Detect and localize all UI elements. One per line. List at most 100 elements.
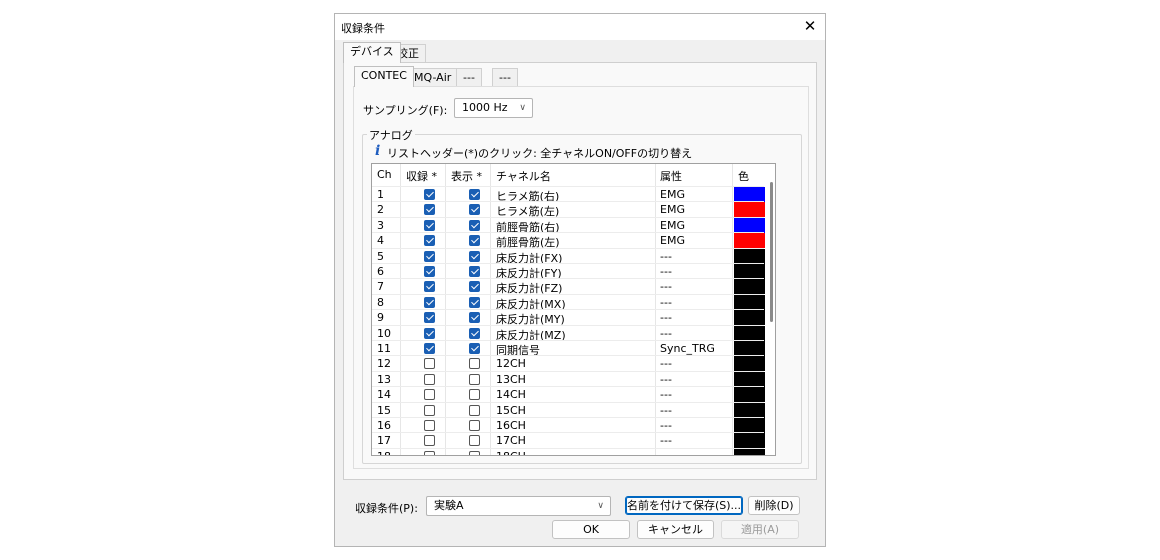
channel-color-swatch[interactable]: [734, 233, 765, 249]
display-checkbox[interactable]: [469, 250, 480, 262]
table-row[interactable]: 17 17CH ---: [372, 432, 765, 449]
display-checkbox[interactable]: [469, 389, 480, 401]
record-checkbox[interactable]: [424, 420, 435, 431]
save-as-button[interactable]: 名前を付けて保存(S)...: [625, 496, 743, 515]
channel-color-swatch[interactable]: [734, 187, 765, 202]
record-checkbox[interactable]: [424, 327, 435, 339]
tab-contec[interactable]: CONTEC: [354, 66, 414, 87]
tab-mq-air[interactable]: MQ-Air: [407, 68, 459, 87]
display-checkbox[interactable]: [469, 204, 480, 216]
close-icon[interactable]: ✕: [799, 16, 821, 36]
channel-color-swatch[interactable]: [734, 341, 765, 356]
table-row[interactable]: 9 床反力計(MY) ---: [372, 309, 765, 326]
display-checkbox[interactable]: [469, 327, 480, 339]
table-row[interactable]: 11 同期信号 Sync_TRG: [372, 340, 765, 357]
display-checkbox[interactable]: [469, 296, 480, 308]
table-row[interactable]: 10 床反力計(MZ) ---: [372, 324, 765, 342]
display-checkbox[interactable]: [469, 219, 480, 231]
table-row[interactable]: 5 床反力計(FX) ---: [372, 247, 765, 265]
col-header-display[interactable]: 表示 *: [451, 168, 482, 184]
col-header-channel-name[interactable]: チャネル名: [496, 168, 551, 184]
channel-number: 8: [377, 295, 384, 309]
record-checkbox[interactable]: [424, 358, 435, 370]
channel-color-swatch[interactable]: [734, 279, 765, 295]
table-row[interactable]: 18 18CH: [372, 447, 765, 455]
col-header-attribute[interactable]: 属性: [660, 168, 682, 184]
delete-button[interactable]: 削除(D): [748, 496, 800, 515]
record-checkbox[interactable]: [424, 296, 435, 308]
record-checkbox[interactable]: [424, 250, 435, 262]
table-row[interactable]: 14 14CH ---: [372, 386, 765, 403]
table-row[interactable]: 15 15CH ---: [372, 401, 765, 418]
channel-color-swatch[interactable]: [734, 387, 765, 403]
display-checkbox[interactable]: [469, 358, 480, 370]
channel-color-swatch[interactable]: [734, 433, 765, 449]
channel-attribute: ---: [660, 434, 672, 448]
display-checkbox[interactable]: [469, 404, 480, 416]
ok-button[interactable]: OK: [552, 520, 630, 539]
tab-device-4[interactable]: ---: [492, 68, 518, 87]
table-row[interactable]: 7 床反力計(FZ) ---: [372, 278, 765, 295]
channel-color-swatch[interactable]: [734, 264, 765, 279]
vertical-scrollbar[interactable]: [770, 182, 773, 322]
record-checkbox[interactable]: [424, 219, 435, 231]
display-checkbox[interactable]: [469, 189, 480, 200]
table-row[interactable]: 4 前脛骨筋(左) EMG: [372, 232, 765, 249]
record-checkbox[interactable]: [424, 312, 435, 324]
record-checkbox[interactable]: [424, 266, 435, 277]
channel-color-swatch[interactable]: [734, 217, 765, 233]
channel-color-swatch[interactable]: [734, 310, 765, 326]
channel-color-swatch[interactable]: [734, 448, 765, 455]
table-row[interactable]: 12 12CH ---: [372, 355, 765, 372]
tab-device-3[interactable]: ---: [456, 68, 482, 87]
record-checkbox[interactable]: [424, 435, 435, 447]
channel-name: 14CH: [496, 388, 526, 402]
display-checkbox[interactable]: [469, 266, 480, 277]
display-checkbox[interactable]: [469, 373, 480, 385]
channel-attribute: ---: [660, 249, 672, 263]
record-checkbox[interactable]: [424, 389, 435, 401]
channel-color-swatch[interactable]: [734, 371, 765, 387]
apply-button[interactable]: 適用(A): [721, 520, 799, 539]
record-checkbox[interactable]: [424, 404, 435, 416]
col-header-ch[interactable]: Ch: [377, 168, 392, 181]
record-checkbox[interactable]: [424, 235, 435, 247]
col-header-record[interactable]: 収録 *: [406, 168, 437, 184]
record-checkbox[interactable]: [424, 450, 435, 455]
cancel-button[interactable]: キャンセル: [637, 520, 714, 539]
contec-panel: サンプリング(F): 1000 Hz ∨ アナログ i リストヘッダー(*)のク…: [353, 86, 809, 469]
record-checkbox[interactable]: [424, 189, 435, 200]
record-checkbox[interactable]: [424, 373, 435, 385]
channel-attribute: Sync_TRG: [660, 342, 715, 355]
channel-color-swatch[interactable]: [734, 402, 765, 418]
table-row[interactable]: 16 16CH ---: [372, 417, 765, 433]
channel-list[interactable]: Ch 収録 * 表示 * チャネル名 属性 色 1 ヒラメ筋(右) EMG 2 ヒラメ筋…: [371, 163, 776, 456]
display-checkbox[interactable]: [469, 420, 480, 431]
table-row[interactable]: 3 前脛骨筋(右) EMG: [372, 216, 765, 234]
tab-device[interactable]: デバイス: [343, 42, 401, 63]
table-row[interactable]: 6 床反力計(FY) ---: [372, 263, 765, 280]
display-checkbox[interactable]: [469, 235, 480, 247]
record-checkbox[interactable]: [424, 281, 435, 293]
channel-color-swatch[interactable]: [734, 248, 765, 264]
display-checkbox[interactable]: [469, 435, 480, 447]
channel-color-swatch[interactable]: [734, 418, 765, 433]
display-checkbox[interactable]: [469, 343, 480, 354]
channel-color-swatch[interactable]: [734, 294, 765, 310]
sampling-rate-select[interactable]: 1000 Hz ∨: [454, 98, 533, 118]
channel-color-swatch[interactable]: [734, 202, 765, 218]
channel-name: 17CH: [496, 434, 526, 448]
channel-color-swatch[interactable]: [734, 325, 765, 341]
channel-color-swatch[interactable]: [734, 356, 765, 372]
table-row[interactable]: 2 ヒラメ筋(左) EMG: [372, 201, 765, 218]
table-row[interactable]: 1 ヒラメ筋(右) EMG: [372, 186, 765, 203]
display-checkbox[interactable]: [469, 281, 480, 293]
table-row[interactable]: 8 床反力計(MX) ---: [372, 293, 765, 311]
col-header-color[interactable]: 色: [738, 168, 749, 184]
display-checkbox[interactable]: [469, 450, 480, 455]
condition-select[interactable]: 実験A ∨: [426, 496, 611, 516]
record-checkbox[interactable]: [424, 204, 435, 216]
table-row[interactable]: 13 13CH ---: [372, 370, 765, 387]
display-checkbox[interactable]: [469, 312, 480, 324]
record-checkbox[interactable]: [424, 343, 435, 354]
